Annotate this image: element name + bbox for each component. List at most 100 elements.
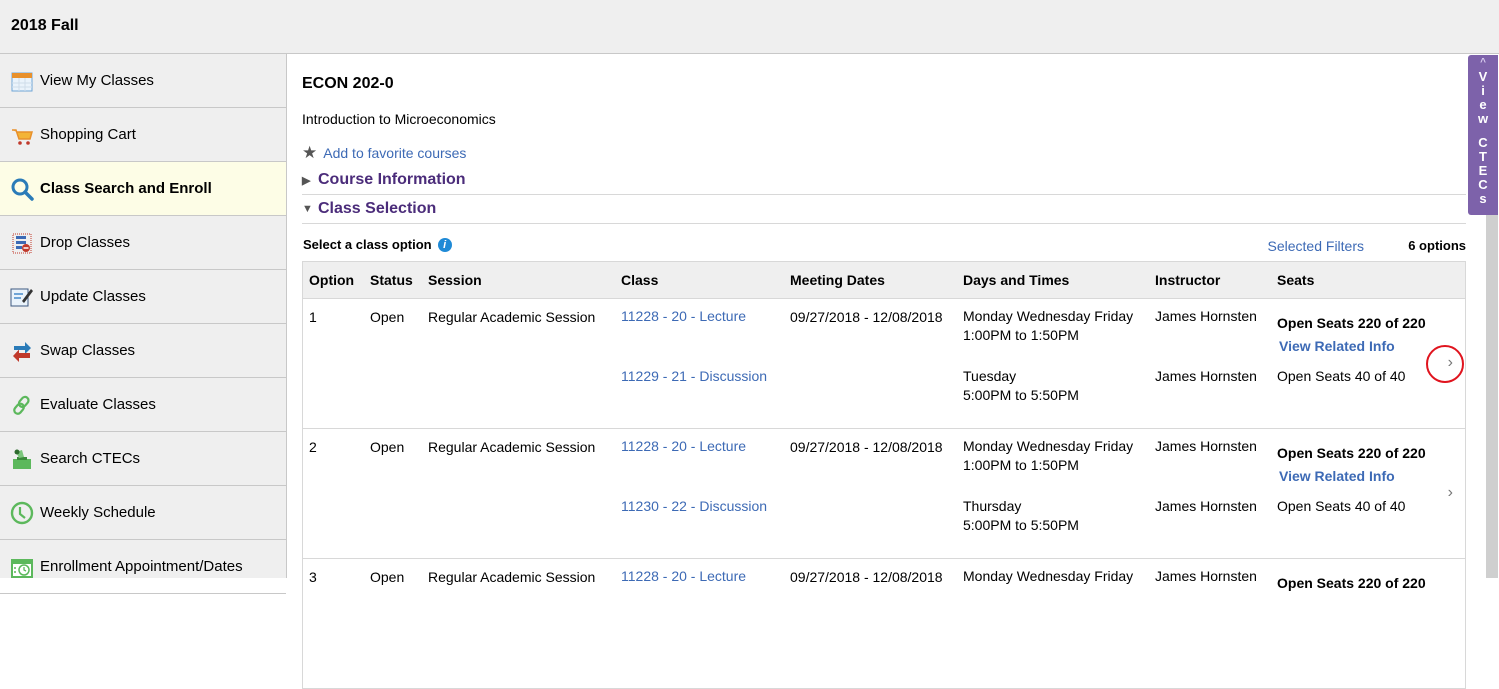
discussion-instructor: James Hornsten bbox=[1155, 498, 1257, 514]
sidebar-item-label: View My Classes bbox=[40, 72, 154, 89]
view-related-info-link[interactable]: View Related Info bbox=[1279, 338, 1395, 354]
discussion-class-link[interactable]: 11229 - 21 - Discussion bbox=[621, 368, 767, 384]
add-favorite-label: Add to favorite courses bbox=[323, 145, 467, 161]
lecture-instructor: James Hornsten bbox=[1155, 568, 1257, 584]
class-option-prompt-label: Select a class option bbox=[303, 237, 432, 252]
table-row[interactable]: 2 Open Regular Academic Session 11228 - … bbox=[303, 429, 1465, 559]
meeting-dates: 09/27/2018 - 12/08/2018 bbox=[790, 569, 943, 585]
link-icon bbox=[10, 393, 34, 417]
swap-arrows-icon bbox=[10, 339, 34, 363]
sidebar-item-label: Evaluate Classes bbox=[40, 396, 156, 413]
course-information-toggle[interactable]: ▶ Course Information bbox=[302, 166, 1466, 195]
header-status: Status bbox=[370, 272, 413, 288]
sidebar-item-label: Weekly Schedule bbox=[40, 504, 156, 521]
main-content: ECON 202-0 Introduction to Microeconomic… bbox=[288, 55, 1468, 689]
view-related-info-link[interactable]: View Related Info bbox=[1279, 468, 1395, 484]
drop-list-icon bbox=[10, 231, 34, 255]
discussion-time: 5:00PM to 5:50PM bbox=[963, 517, 1079, 533]
sidebar-item-enrollment-appointment-dates[interactable]: Enrollment Appointment/Dates bbox=[0, 540, 286, 594]
lecture-class-link[interactable]: 11228 - 20 - Lecture bbox=[621, 308, 746, 324]
discussion-seats: Open Seats 40 of 40 bbox=[1277, 368, 1406, 384]
section-label: Course Information bbox=[318, 171, 466, 188]
table-row[interactable]: 1 Open Regular Academic Session 11228 - … bbox=[303, 299, 1465, 429]
sidebar-item-drop-classes[interactable]: Drop Classes bbox=[0, 216, 286, 270]
sidebar-item-class-search-and-enroll[interactable]: Class Search and Enroll bbox=[0, 162, 286, 216]
lecture-time: 1:00PM to 1:50PM bbox=[963, 457, 1079, 473]
option-number: 2 bbox=[309, 439, 317, 455]
lecture-days: Monday Wednesday Friday bbox=[963, 438, 1134, 454]
table-header: Option Status Session Class Meeting Date… bbox=[303, 262, 1465, 299]
view-ctecs-label: ViewCTECs bbox=[1477, 69, 1489, 206]
sidebar-item-label: Shopping Cart bbox=[40, 126, 136, 143]
lecture-days: Monday Wednesday Friday bbox=[963, 568, 1134, 584]
sidebar-item-label: Class Search and Enroll bbox=[40, 180, 212, 197]
table-row[interactable]: 3 Open Regular Academic Session 11228 - … bbox=[303, 559, 1465, 689]
discussion-class-link[interactable]: 11230 - 22 - Discussion bbox=[621, 498, 767, 514]
header-option: Option bbox=[309, 272, 355, 288]
sidebar-item-label: Update Classes bbox=[40, 288, 146, 305]
cart-icon bbox=[10, 123, 34, 147]
course-title: Introduction to Microeconomics bbox=[302, 111, 496, 127]
lecture-instructor: James Hornsten bbox=[1155, 308, 1257, 324]
sidebar: View My Classes Shopping Cart Class Sear… bbox=[0, 54, 287, 594]
ballot-box-icon bbox=[10, 447, 34, 471]
session: Regular Academic Session bbox=[428, 439, 596, 455]
calendar-icon bbox=[10, 69, 34, 93]
session: Regular Academic Session bbox=[428, 309, 596, 325]
sidebar-item-update-classes[interactable]: Update Classes bbox=[0, 270, 286, 324]
course-code: ECON 202-0 bbox=[302, 75, 394, 92]
class-option-prompt: Select a class option i bbox=[303, 237, 452, 252]
view-ctecs-tab[interactable]: ^ ViewCTECs bbox=[1468, 55, 1498, 215]
options-count: 6 options bbox=[1408, 238, 1466, 253]
add-favorite-link[interactable]: ★ Add to favorite courses bbox=[302, 143, 466, 163]
sidebar-item-weekly-schedule[interactable]: Weekly Schedule bbox=[0, 486, 286, 540]
header-days-and-times: Days and Times bbox=[963, 272, 1070, 288]
lecture-seats: Open Seats 220 of 220 bbox=[1277, 445, 1426, 461]
chevron-up-icon: ^ bbox=[1480, 57, 1486, 68]
class-options-table: Option Status Session Class Meeting Date… bbox=[302, 261, 1466, 689]
lecture-days: Monday Wednesday Friday bbox=[963, 308, 1134, 324]
discussion-days: Tuesday bbox=[963, 368, 1017, 384]
discussion-seats: Open Seats 40 of 40 bbox=[1277, 498, 1406, 514]
search-icon bbox=[10, 177, 34, 201]
caret-right-icon: ▶ bbox=[302, 174, 311, 187]
sidebar-item-view-my-classes[interactable]: View My Classes bbox=[0, 54, 286, 108]
discussion-time: 5:00PM to 5:50PM bbox=[963, 387, 1079, 403]
meeting-dates: 09/27/2018 - 12/08/2018 bbox=[790, 439, 943, 455]
sidebar-item-shopping-cart[interactable]: Shopping Cart bbox=[0, 108, 286, 162]
status: Open bbox=[370, 309, 405, 325]
lecture-class-link[interactable]: 11228 - 20 - Lecture bbox=[621, 568, 746, 584]
lecture-class-link[interactable]: 11228 - 20 - Lecture bbox=[621, 438, 746, 454]
header-meeting-dates: Meeting Dates bbox=[790, 272, 885, 288]
term-title: 2018 Fall bbox=[11, 17, 79, 34]
class-selection-toggle[interactable]: ▼ Class Selection bbox=[302, 195, 1466, 224]
header-class: Class bbox=[621, 272, 659, 288]
status: Open bbox=[370, 569, 405, 585]
option-number: 1 bbox=[309, 309, 317, 325]
sidebar-item-label: Drop Classes bbox=[40, 234, 131, 251]
chevron-right-icon[interactable]: › bbox=[1448, 484, 1453, 502]
lecture-time: 1:00PM to 1:50PM bbox=[963, 327, 1079, 343]
sidebar-item-label: Swap Classes bbox=[40, 342, 136, 359]
meeting-dates: 09/27/2018 - 12/08/2018 bbox=[790, 309, 943, 325]
discussion-days: Thursday bbox=[963, 498, 1022, 514]
selected-filters-link[interactable]: Selected Filters bbox=[1268, 238, 1364, 254]
star-icon: ★ bbox=[302, 143, 318, 162]
status: Open bbox=[370, 439, 405, 455]
sidebar-item-label: Enrollment Appointment/Dates bbox=[40, 558, 243, 575]
header-session: Session bbox=[428, 272, 482, 288]
sidebar-item-search-ctecs[interactable]: Search CTECs bbox=[0, 432, 286, 486]
scrollbar[interactable] bbox=[1486, 215, 1498, 578]
page-header: 2018 Fall bbox=[0, 0, 1499, 54]
clock-icon bbox=[10, 501, 34, 525]
sidebar-item-evaluate-classes[interactable]: Evaluate Classes bbox=[0, 378, 286, 432]
lecture-instructor: James Hornsten bbox=[1155, 438, 1257, 454]
discussion-instructor: James Hornsten bbox=[1155, 368, 1257, 384]
caret-down-icon: ▼ bbox=[302, 203, 313, 215]
edit-document-icon bbox=[10, 285, 34, 309]
header-seats: Seats bbox=[1277, 272, 1315, 288]
sidebar-item-swap-classes[interactable]: Swap Classes bbox=[0, 324, 286, 378]
section-label: Class Selection bbox=[318, 200, 437, 217]
info-icon[interactable]: i bbox=[437, 237, 452, 252]
lecture-seats: Open Seats 220 of 220 bbox=[1277, 575, 1426, 591]
